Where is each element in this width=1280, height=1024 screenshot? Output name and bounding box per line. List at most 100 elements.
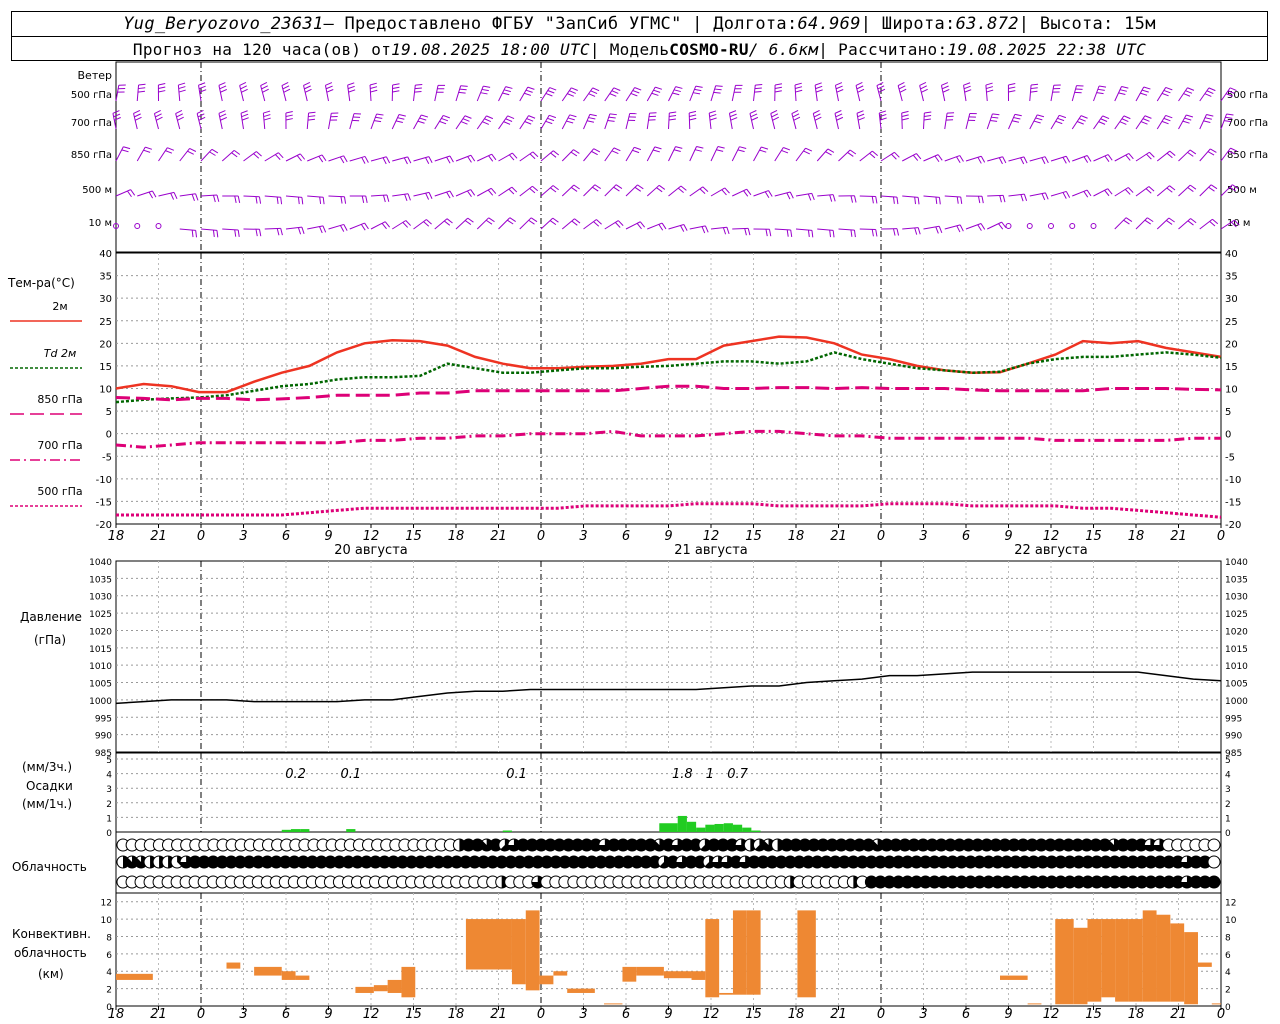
wind-barb-feather (693, 92, 701, 95)
wind-barb-feather (191, 194, 195, 202)
wind-barb-feather (813, 113, 821, 118)
conv-cloud-bar (1055, 919, 1074, 1005)
wind-barb-feather (218, 82, 226, 86)
conv-cloud-bar (281, 971, 296, 980)
wind-barb-feather (375, 116, 383, 119)
wind-level-label: 850 гПа (71, 150, 112, 161)
wind-barb-shaft (1135, 217, 1148, 230)
wind-barb-shaft (814, 85, 818, 102)
wind-barb-feather (137, 90, 145, 93)
wind-barb-feather (673, 149, 681, 152)
wind-barb-feather (414, 90, 422, 93)
wind-barb-feather (783, 147, 791, 151)
temp-tick-right: 40 (1225, 249, 1238, 260)
wind-barb-shaft (519, 185, 533, 197)
wind-barb-feather (258, 196, 262, 204)
wind-barb-shaft (200, 194, 217, 197)
precip-bar (742, 827, 752, 832)
wind-barb-feather (1102, 115, 1110, 120)
wind-barb-shaft (880, 151, 895, 162)
precip-tick-left: 3 (106, 785, 112, 795)
wind-barb-feather (382, 195, 386, 203)
wind-barb-feather (608, 116, 616, 119)
wind-barb-feather (1209, 221, 1216, 227)
conv-tick-right: 4 (1225, 968, 1231, 978)
wind-barb-feather (991, 116, 999, 119)
wind-barb-feather (405, 220, 412, 226)
wind-barb-feather (511, 186, 518, 193)
wind-barb-feather (1226, 113, 1234, 116)
wind-level-label: 500 м (82, 185, 112, 196)
wind-barb-feather (892, 196, 895, 204)
wind-barb-feather (550, 152, 557, 158)
wind-barb-shaft (1156, 185, 1170, 197)
wind-barb-feather (339, 156, 345, 164)
wind-barb-shaft (688, 112, 691, 130)
wind-barb-feather (467, 156, 472, 163)
wind-barb-feather (285, 114, 293, 118)
wind-barb-feather (347, 82, 355, 86)
temp-tick-right: 5 (1225, 407, 1231, 418)
wind-barb-feather (1008, 86, 1016, 90)
wind-barb-feather (395, 120, 403, 123)
wind-barb-shaft (1156, 150, 1171, 162)
wind-barb-feather (592, 186, 599, 192)
conv-title-1: Конвективн. (12, 927, 91, 941)
wind-barb-feather (113, 113, 121, 118)
conv-cloud-bar (1170, 923, 1185, 1002)
hour-tick-label-temp: 12 (363, 529, 380, 544)
wind-barb-feather (414, 87, 422, 90)
wind-barb-shaft (455, 85, 462, 102)
temp-tick-right: 30 (1225, 294, 1238, 305)
wind-barb-feather (639, 221, 646, 228)
wind-barb-shaft (306, 113, 310, 130)
wind-barb-shaft (370, 221, 386, 230)
wind-barb-shaft (880, 195, 897, 198)
wind-barb-feather (829, 194, 833, 202)
wind-barb-feather (1128, 153, 1134, 160)
wind-barb-feather (392, 83, 400, 86)
wind-barb-feather (191, 230, 194, 238)
wind-barb-feather (1124, 189, 1131, 195)
wind-barb-feather (1183, 93, 1191, 97)
wind-barb-feather (879, 110, 887, 114)
wind-barb-feather (443, 114, 450, 119)
wind-barb-feather (921, 88, 928, 93)
wind-barb-shaft (498, 152, 513, 162)
precip-tick-right: 5 (1225, 756, 1231, 766)
wind-barb-feather (1206, 113, 1214, 117)
precip-total-label: 0.2 (285, 767, 306, 782)
wind-barb-feather (297, 227, 302, 235)
wind-barb-feather (835, 113, 843, 118)
wind-barb-feather (853, 230, 856, 238)
wind-barb-feather (364, 156, 369, 163)
wind-barb-shaft (838, 228, 855, 231)
wind-barb-feather (1065, 191, 1071, 198)
conv-tick-left: 8 (106, 933, 112, 943)
wind-barb-feather (658, 224, 664, 231)
wind-barb-feather (754, 90, 762, 93)
wind-barb-feather (549, 87, 557, 91)
wind-barb-shaft (710, 187, 726, 197)
wind-barb-feather (744, 228, 747, 236)
wind-barb-feather (677, 187, 684, 194)
wind-barb-feather (1166, 220, 1173, 225)
wind-barb-feather (198, 116, 206, 121)
wind-barb-feather (781, 149, 789, 154)
wind-barb-feather (715, 85, 723, 87)
conv-tick-right: 12 (1225, 899, 1236, 909)
wind-barb-feather (814, 116, 822, 121)
wind-barb-feather (1002, 156, 1007, 164)
pressure-tick-right: 1025 (1225, 610, 1248, 620)
wind-barb-shaft (370, 194, 387, 197)
wind-barb-feather (751, 116, 759, 121)
wind-barb-feather (981, 196, 984, 204)
conv-cloud-bar (1142, 910, 1157, 1002)
wind-barb-shaft (1114, 153, 1130, 162)
wind-barb-feather (593, 221, 600, 227)
wind-barb-shaft (136, 85, 140, 102)
wind-barb-shaft (200, 148, 213, 162)
wind-barb-feather (869, 152, 876, 159)
temp-tick-right: 25 (1225, 317, 1238, 328)
wind-barb-feather (255, 229, 258, 237)
